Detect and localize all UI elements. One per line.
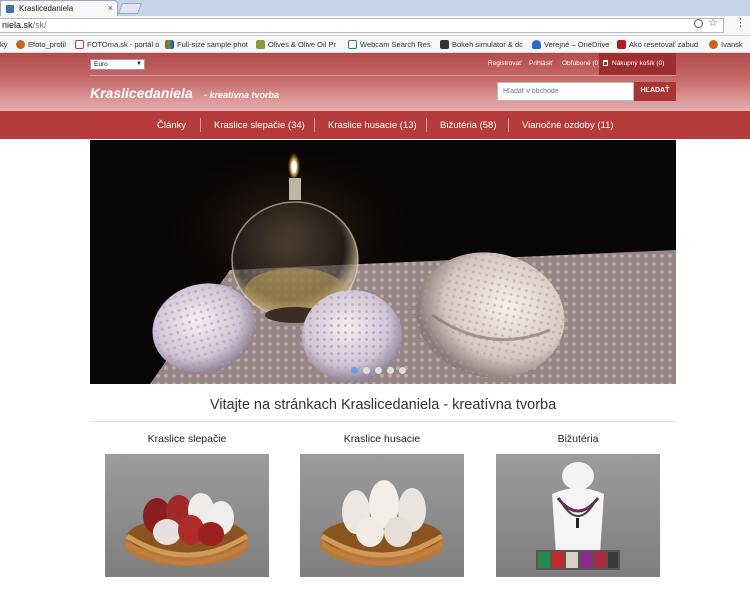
bookmark-item[interactable]: Verejné – OneDrive <box>532 39 609 50</box>
bookmark-label: Full-size sample phot <box>177 40 248 49</box>
bookmark-label: Ako resetovať zabud <box>629 40 699 49</box>
jewelry-display-image <box>536 462 620 570</box>
bookmark-item[interactable]: Olives & Olive Oil Pr <box>256 39 336 50</box>
bookmark-label: Bokeh simulator & dc <box>452 40 523 49</box>
bookmark-label: Efoto_profil <box>28 40 66 49</box>
reset-icon <box>617 40 626 49</box>
hero-image <box>90 140 676 384</box>
nav-item-kraslice-husacie[interactable]: Kraslice husacie (13) <box>328 120 417 131</box>
cart-button[interactable]: Nákupný košík (0) <box>599 53 676 75</box>
category-title-husacie[interactable]: Kraslice husacie <box>300 433 464 445</box>
edge-icon <box>16 40 25 49</box>
bookmark-label: Verejné – OneDrive <box>544 40 610 49</box>
nav-item-vianocne-ozdoby[interactable]: Vianočné ozdoby (11) <box>522 120 614 131</box>
tab-title: Kraslicedaniela <box>19 4 74 13</box>
dof-icon <box>440 40 449 49</box>
main-nav: Články Kraslice slepačie (34) Kraslice h… <box>0 111 750 139</box>
url-path: /sk/ <box>32 20 47 30</box>
new-tab-button[interactable] <box>117 3 143 14</box>
bookmarks-bar: ky Efoto_profil FOTOma.sk - portál o Ful… <box>0 36 750 53</box>
category-title-slepacie[interactable]: Kraslice slepačie <box>105 433 269 445</box>
category-image-bizuteria[interactable] <box>496 454 660 577</box>
slider-dot[interactable] <box>375 367 382 374</box>
login-link[interactable]: Prihlásiť <box>529 60 553 67</box>
bookmark-item[interactable]: FOTOma.sk - portál o <box>75 39 159 50</box>
hero-slider[interactable] <box>90 140 676 384</box>
register-link[interactable]: Registrovať <box>488 60 522 67</box>
category-image-husacie[interactable] <box>300 454 464 577</box>
bookmark-item[interactable]: Full-size sample phot <box>165 39 248 50</box>
onedrive-icon <box>532 40 541 49</box>
bookmark-item[interactable]: Webcam Search Res <box>348 39 431 50</box>
basket-white-eggs-image <box>320 480 444 566</box>
url-input[interactable]: niela.sk/sk/ <box>0 18 724 33</box>
search-input[interactable] <box>497 82 634 101</box>
browser-tab[interactable]: Kraslicedaniela × <box>0 0 118 16</box>
welcome-heading: Vitajte na stránkach Kraslicedaniela - k… <box>209 397 557 413</box>
bookmark-label: FOTOma.sk - portál o <box>87 40 160 49</box>
nav-divider <box>508 118 509 132</box>
zoom-icon[interactable] <box>694 19 703 28</box>
site-favicon-icon <box>6 5 14 13</box>
chevron-down-icon: ▼ <box>136 61 142 67</box>
slider-dots <box>351 367 406 374</box>
category-title-bizuteria[interactable]: Bižutéria <box>496 433 660 445</box>
nav-item-kraslice-slepacie[interactable]: Kraslice slepačie (34) <box>214 120 305 131</box>
slider-dot[interactable] <box>363 367 370 374</box>
nav-divider <box>426 118 427 132</box>
edge-icon <box>709 40 718 49</box>
fotoma-icon <box>75 40 84 49</box>
welcome-divider <box>90 421 676 422</box>
slider-dot[interactable] <box>387 367 394 374</box>
nav-divider <box>314 118 315 132</box>
currency-select[interactable]: Euro ▼ <box>90 59 145 70</box>
favorites-link[interactable]: Obľúbené (0) <box>562 60 600 67</box>
bookmark-label: Webcam Search Res <box>360 40 431 49</box>
search-button[interactable]: HĽADAŤ <box>634 82 676 101</box>
cart-label: Nákupný košík (0) <box>612 60 665 67</box>
nav-item-bizuteria[interactable]: Bižutéria (58) <box>440 120 497 131</box>
bookmark-item[interactable]: Ako resetovať zabud <box>617 39 698 50</box>
browser-menu-icon[interactable]: ⋮ <box>735 18 746 29</box>
basket-red-eggs-image <box>125 493 249 566</box>
slider-dot[interactable] <box>399 367 406 374</box>
url-host: niela.sk <box>2 20 33 30</box>
bookmark-label: Ivansk <box>721 40 743 49</box>
bookmark-item[interactable]: ky <box>0 39 8 50</box>
sample-icon <box>165 40 174 49</box>
webcam-icon <box>348 40 357 49</box>
header-divider <box>90 75 676 76</box>
bookmark-star-icon[interactable]: ☆ <box>708 16 718 29</box>
bookmark-item[interactable]: Ivansk <box>709 39 743 50</box>
bookmark-label: ky <box>0 40 8 49</box>
browser-tabstrip: Kraslicedaniela × <box>0 0 750 16</box>
bookmark-item[interactable]: Efoto_profil <box>16 39 66 50</box>
olive-icon <box>256 40 265 49</box>
site-tagline: - kreatívna tvorba <box>204 90 280 100</box>
bookmark-label: Olives & Olive Oil Pr <box>268 40 336 49</box>
slider-dot[interactable] <box>351 367 358 374</box>
site-logo[interactable]: Kraslicedaniela <box>90 85 193 101</box>
site-header: Euro ▼ Registrovať Prihlásiť Obľúbené (0… <box>0 53 750 111</box>
nav-divider <box>200 118 201 132</box>
close-tab-icon[interactable]: × <box>108 3 113 13</box>
address-bar: niela.sk/sk/ ☆ ⋮ <box>0 16 750 36</box>
shopping-bag-icon <box>603 60 608 66</box>
bookmark-item[interactable]: Bokeh simulator & dc <box>440 39 523 50</box>
currency-value: Euro <box>94 61 108 68</box>
category-image-slepacie[interactable] <box>105 454 269 577</box>
nav-item-clanky[interactable]: Články <box>157 120 186 131</box>
